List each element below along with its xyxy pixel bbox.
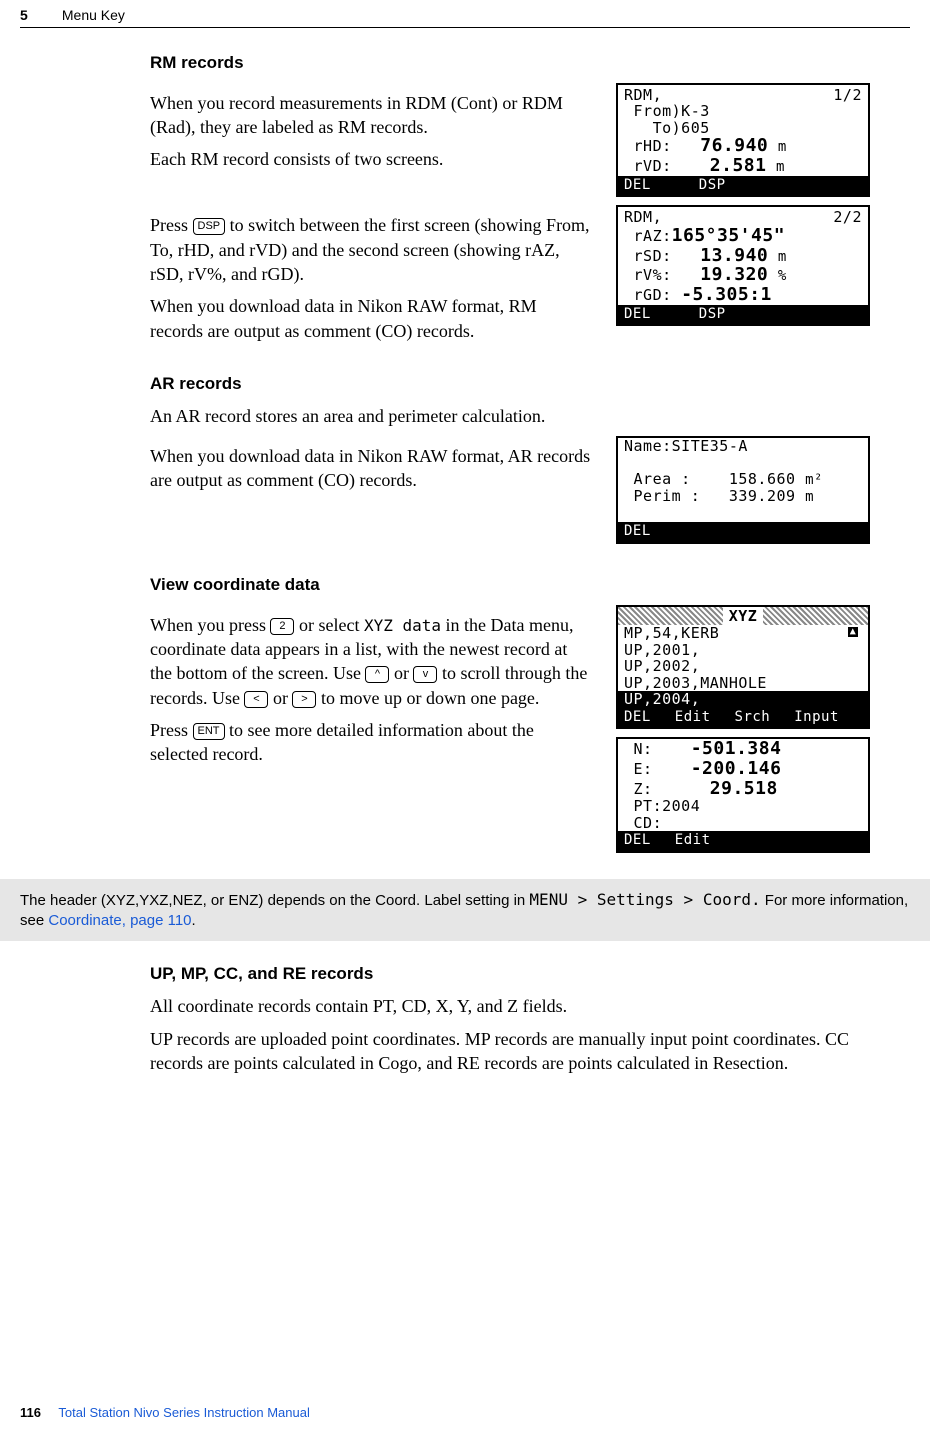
xyz-data-menu: XYZ data [364, 616, 441, 635]
lcd-rhd: rHD: 76.940 m [618, 136, 868, 156]
lcd-dsp-button[interactable]: DSP [699, 307, 726, 322]
lcd-dsp-button[interactable]: DSP [699, 178, 726, 193]
chapter-title: Menu Key [62, 7, 125, 23]
lcd-e: E: -200.146 [618, 759, 868, 779]
list-item[interactable]: UP,2002, [618, 658, 868, 675]
rm-heading: RM records [150, 52, 870, 75]
left-key[interactable]: < [244, 691, 268, 708]
menu-path: MENU > Settings > Coord. [529, 890, 760, 909]
lcd-name: Name:SITE35-A [618, 438, 868, 455]
right-key[interactable]: > [292, 691, 316, 708]
upmp-p1: All coordinate records contain PT, CD, X… [150, 994, 870, 1018]
ar-heading: AR records [150, 373, 870, 396]
lcd-rsd: rSD: 13.940 m [618, 246, 868, 266]
up-key[interactable]: ^ [365, 666, 389, 683]
upmp-p2: UP records are uploaded point coordinate… [150, 1027, 870, 1076]
lcd-del-button[interactable]: DEL [624, 307, 651, 322]
dsp-key[interactable]: DSP [193, 218, 226, 235]
lcd-area: Area : 158.660 m² [618, 471, 868, 488]
two-key[interactable]: 2 [270, 618, 294, 635]
list-item[interactable]: UP,2001, [618, 642, 868, 659]
chapter-header: 5 Menu Key [20, 0, 910, 28]
lcd-del-button[interactable]: DEL [624, 710, 651, 725]
down-key[interactable]: v [413, 666, 437, 683]
ar-p1: An AR record stores an area and perimete… [150, 404, 630, 428]
lcd-srch-button[interactable]: Srch [735, 710, 771, 725]
rm-p1b: Each RM record consists of two screens. [150, 147, 592, 171]
rm-lcd-screen1: RDM, 1/2 From)K-3 To)605 rHD: 76.940 m r… [616, 83, 870, 197]
lcd-del-button[interactable]: DEL [624, 524, 651, 539]
rm-lcd-screen2: RDM, 2/2 rAZ:165°35'45" rSD: 13.940 m rV… [616, 205, 870, 326]
lcd-raz: rAZ:165°35'45" [618, 226, 868, 246]
lcd-rvd: rVD: 2.581 m [618, 156, 868, 176]
lcd-edit-button[interactable]: Edit [675, 710, 711, 725]
lcd-edit-button[interactable]: Edit [675, 833, 711, 848]
lcd-pt: PT:2004 [618, 798, 868, 815]
xyz-list-header: XYZ [618, 607, 868, 626]
lcd-n: N: -501.384 [618, 739, 868, 759]
scroll-up-icon[interactable]: ▲ [848, 627, 858, 637]
rm-p2a: Press DSP to switch between the first sc… [150, 213, 592, 286]
xyz-detail-lcd: N: -501.384 E: -200.146 Z: 29.518 PT:200… [616, 737, 870, 853]
rm-p2b: When you download data in Nikon RAW form… [150, 294, 592, 343]
lcd-del-button[interactable]: DEL [624, 178, 651, 193]
page-number: 116 [20, 1405, 41, 1420]
ent-key[interactable]: ENT [193, 723, 225, 740]
lcd-rgd: rGD: -5.305:1 [618, 285, 868, 305]
lcd-rv: rV%: 19.320 % [618, 265, 868, 285]
list-item-selected[interactable]: UP,2004, [618, 691, 868, 708]
ar-p2: When you download data in Nikon RAW form… [150, 444, 592, 493]
xyz-list-lcd: XYZ MP,54,KERB▲ UP,2001, UP,2002, UP,200… [616, 605, 870, 729]
view-heading: View coordinate data [150, 574, 870, 597]
ar-lcd: Name:SITE35-A Area : 158.660 m² Perim : … [616, 436, 870, 544]
list-item[interactable]: UP,2003,MANHOLE [618, 675, 868, 692]
lcd-perim: Perim : 339.209 m [618, 488, 868, 505]
lcd-page: 2/2 [833, 209, 862, 226]
lcd-from: From)K-3 [618, 103, 868, 120]
chapter-number: 5 [20, 6, 50, 25]
upmp-heading: UP, MP, CC, and RE records [150, 963, 870, 986]
view-p1: When you press 2 or select XYZ data in t… [150, 613, 592, 710]
page-footer: 116 Total Station Nivo Series Instructio… [20, 1404, 310, 1422]
lcd-to: To)605 [618, 120, 868, 137]
coord-label-note: The header (XYZ,YXZ,NEZ, or ENZ) depends… [0, 879, 930, 942]
lcd-input-button[interactable]: Input [794, 710, 839, 725]
lcd-z: Z: 29.518 [618, 779, 868, 799]
lcd-page: 1/2 [833, 87, 862, 104]
view-p2: Press ENT to see more detailed informati… [150, 718, 592, 767]
lcd-title: RDM, [624, 87, 662, 104]
lcd-del-button[interactable]: DEL [624, 833, 651, 848]
lcd-title: RDM, [624, 209, 662, 226]
rm-p1a: When you record measurements in RDM (Con… [150, 91, 592, 140]
coordinate-xref-link[interactable]: Coordinate, page 110 [48, 912, 191, 929]
list-item[interactable]: MP,54,KERB▲ [618, 625, 868, 642]
manual-title: Total Station Nivo Series Instruction Ma… [58, 1405, 309, 1420]
lcd-cd: CD: [618, 815, 868, 832]
